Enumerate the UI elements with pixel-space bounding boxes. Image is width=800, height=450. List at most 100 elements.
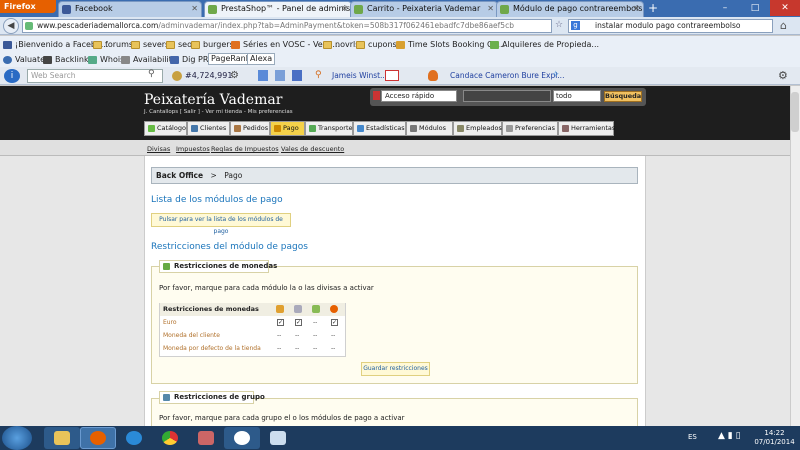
toolbar-link-jameis[interactable]: Jameis Winst... <box>332 71 387 80</box>
view-payment-modules-button[interactable]: Pulsar para ver la lista de los módulos … <box>151 213 291 235</box>
menu-modulos[interactable]: Módulos <box>406 121 453 136</box>
firefox-menu-button[interactable]: Firefox <box>0 0 56 13</box>
gmail-icon[interactable] <box>385 70 399 81</box>
start-button[interactable] <box>2 426 32 450</box>
whois-link[interactable]: Whois <box>88 53 124 67</box>
close-tab-icon[interactable]: ✕ <box>633 2 640 16</box>
language-indicator[interactable]: ES <box>688 433 697 441</box>
menu-pago[interactable]: Pago <box>270 121 305 136</box>
group-legend: Restricciones de grupo <box>159 391 265 404</box>
group-note: Por favor, marque para cada grupo el o l… <box>159 414 405 422</box>
digpr-link[interactable]: Dig PR <box>170 53 208 67</box>
page-icon[interactable] <box>258 70 268 81</box>
checkbox-euro-1[interactable]: ✓ <box>277 319 284 326</box>
menu-estadisticas[interactable]: Estadísticas <box>353 121 406 136</box>
settings-gear-icon[interactable]: ⚙ <box>778 69 788 82</box>
toolbar-link-candace[interactable]: Candace Cameron Bure Expl... <box>450 71 564 80</box>
backlinks-link[interactable]: Backlinks <box>43 53 93 67</box>
submenu-reglas-impuestos[interactable]: Reglas de Impuestos <box>211 145 279 153</box>
search-orange-icon[interactable]: ⚲ <box>315 70 322 80</box>
bookmark-folder-forums[interactable]: forums <box>93 36 133 53</box>
checkbox-euro-2[interactable]: ✓ <box>295 319 302 326</box>
tab-label: PrestaShop™ - Panel de administración <box>221 4 351 13</box>
catalog-icon <box>148 125 155 132</box>
alexa-badge[interactable]: Alexa <box>247 53 276 65</box>
close-tab-icon[interactable]: ✕ <box>191 2 198 16</box>
web-search-input[interactable]: Web Search <box>27 69 163 83</box>
cell: -- <box>313 332 318 339</box>
breadcrumb-root[interactable]: Back Office <box>156 171 203 180</box>
breadcrumb: Back Office > Pago <box>151 167 638 184</box>
submenu-vales-descuento[interactable]: Vales de descuento <box>281 145 344 153</box>
modules-icon <box>410 125 417 132</box>
tab-label: Módulo de pago contrareembolso co... <box>513 4 644 13</box>
folder-icon <box>356 40 365 49</box>
close-window-button[interactable]: ✕ <box>770 0 800 16</box>
bookmark-folder-seo[interactable]: seo <box>166 36 192 53</box>
folder-icon <box>191 40 200 49</box>
globe-icon <box>121 55 130 64</box>
menu-herramientas[interactable]: Herramientas <box>558 121 615 136</box>
menu-transporte[interactable]: Transporte <box>305 121 353 136</box>
bookmark-folder-cupons[interactable]: cupons <box>356 36 397 53</box>
cell: -- <box>277 345 282 352</box>
calendar-icon[interactable] <box>292 70 302 81</box>
url-bar[interactable]: www.pescaderiademallorca.com/adminvadema… <box>22 19 552 33</box>
page-scrollbar[interactable] <box>790 86 800 426</box>
search-scope-select[interactable]: todo <box>553 90 601 102</box>
bookmark-folder-burgers[interactable]: burgers <box>191 36 234 53</box>
minimize-button[interactable]: – <box>710 0 740 16</box>
user-line[interactable]: J. Cantallops [ Salir ] - Ver mi tienda … <box>144 109 293 115</box>
orders-icon <box>234 125 241 132</box>
tab-carrito[interactable]: Carrito - Peixateria Vademar ✕ <box>350 1 498 17</box>
firefox-icon <box>90 431 106 445</box>
browser-search-input[interactable]: instalar modulo pago contrareembolso <box>568 19 773 33</box>
customers-icon <box>191 125 198 132</box>
rank-value: #4,724,991 <box>185 71 233 80</box>
menu-clientes[interactable]: Clientes <box>187 121 230 136</box>
admin-search-button[interactable]: Búsqueda <box>604 91 642 102</box>
site-identity-icon[interactable] <box>25 22 33 30</box>
submenu-divisas[interactable]: Divisas <box>147 145 170 153</box>
tab-facebook[interactable]: Facebook ✕ <box>58 1 202 17</box>
quick-access-select[interactable]: Acceso rápido <box>381 90 457 102</box>
bookmark-alquileres[interactable]: Alquileres de Propieda... <box>490 36 599 53</box>
new-tab-button[interactable]: + <box>645 2 661 15</box>
submenu-impuestos[interactable]: Impuestos <box>176 145 210 153</box>
tab-prestashop-admin[interactable]: PrestaShop™ - Panel de administración ✕ <box>204 1 352 17</box>
close-tab-icon[interactable]: ✕ <box>341 2 348 16</box>
back-button[interactable]: ◀ <box>3 18 19 34</box>
availability-link[interactable]: Availability <box>121 53 177 67</box>
tray-icons[interactable]: ▲ ▮ ▯ <box>718 431 741 441</box>
save-restrictions-button[interactable]: Guardar restricciones <box>361 362 430 376</box>
bookmark-folder-severs[interactable]: severs <box>131 36 169 53</box>
menu-catalogo[interactable]: Catálogo <box>144 121 187 136</box>
toolbar-logo-icon[interactable]: i <box>4 69 20 83</box>
taskbar-clock[interactable]: 14:22 07/01/2014 <box>752 429 797 447</box>
admin-search-input[interactable] <box>463 90 551 102</box>
search-icon[interactable]: ⚲ <box>148 69 155 79</box>
bookmark-folder-novrls[interactable]: novrls <box>323 36 359 53</box>
puzzle-icon[interactable]: ✧ <box>552 70 560 80</box>
flame-icon[interactable] <box>428 70 438 81</box>
bookmark-star-icon[interactable]: ☆ <box>555 20 563 30</box>
bookmark-time-slots[interactable]: Time Slots Booking Ca... <box>396 36 505 53</box>
scrollbar-thumb[interactable] <box>791 92 799 132</box>
window-controls: – □ ✕ <box>710 0 800 16</box>
close-tab-icon[interactable]: ✕ <box>487 2 494 16</box>
google-search-icon[interactable]: g <box>571 21 580 30</box>
valuate-link[interactable]: Valuate <box>3 53 45 67</box>
cell: -- <box>295 332 300 339</box>
folder-icon <box>323 40 332 49</box>
doc-icon[interactable] <box>275 70 285 81</box>
seo-toolbar: Valuate Backlinks Whois Availability Dig… <box>0 53 800 67</box>
menu-pedidos[interactable]: Pedidos <box>230 121 270 136</box>
home-icon[interactable]: ⌂ <box>780 19 787 32</box>
maximize-button[interactable]: □ <box>740 0 770 16</box>
flame-icon <box>231 40 240 49</box>
menu-preferencias[interactable]: Preferencias <box>502 121 558 136</box>
tools-icon[interactable]: ⚙ <box>230 70 239 81</box>
checkbox-euro-4[interactable]: ✓ <box>331 319 338 326</box>
menu-empleados[interactable]: Empleados <box>453 121 502 136</box>
tab-modulo-pago[interactable]: Módulo de pago contrareembolso co... ✕ <box>496 1 644 17</box>
